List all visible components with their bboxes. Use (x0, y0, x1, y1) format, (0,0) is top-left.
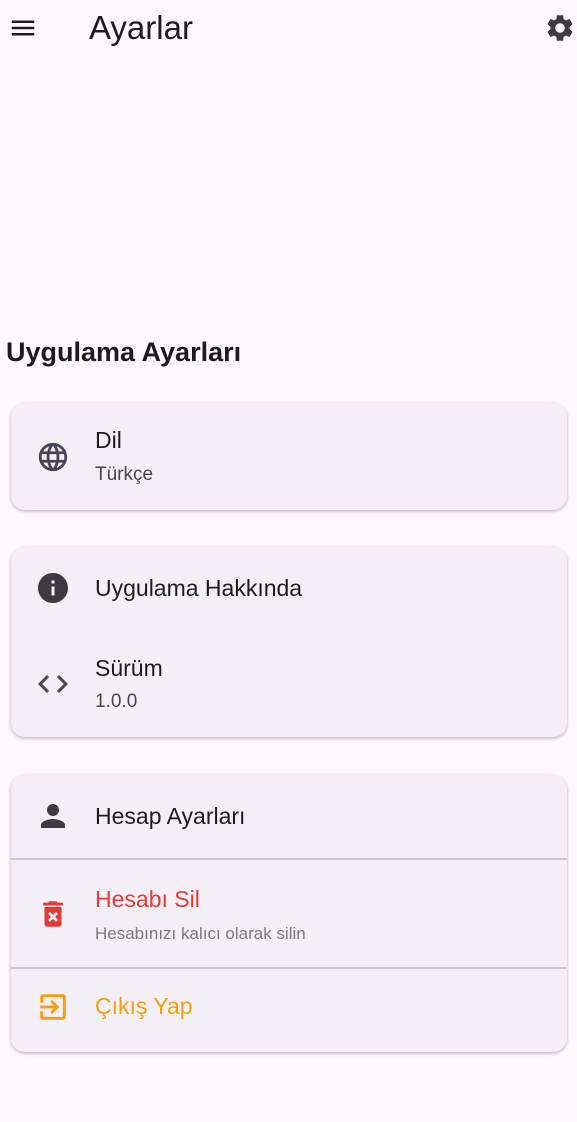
logout-icon (35, 989, 71, 1025)
language-value: Türkçe (95, 464, 154, 485)
hamburger-menu-icon (11, 20, 35, 36)
logout-row[interactable]: Çıkış Yap (11, 969, 567, 1052)
app-bar: Ayarlar (0, 0, 577, 56)
version-value: 1.0.0 (95, 691, 138, 712)
delete-account-subtitle: Hesabınızı kalıcı olarak silin (95, 924, 306, 943)
globe-icon (35, 439, 71, 475)
gear-icon (547, 15, 573, 41)
person-icon (35, 798, 71, 834)
about-row[interactable]: Uygulama Hakkında (11, 547, 567, 629)
delete-account-title: Hesabı Sil (95, 886, 200, 912)
version-row: Sürüm 1.0.0 (11, 629, 567, 737)
version-title: Sürüm (95, 655, 163, 681)
logout-title: Çıkış Yap (95, 993, 193, 1019)
about-card: Uygulama Hakkında Sürüm 1.0.0 (11, 547, 567, 737)
account-settings-title: Hesap Ayarları (95, 803, 246, 829)
delete-forever-icon (35, 896, 71, 932)
menu-button[interactable] (0, 5, 46, 51)
info-icon (35, 570, 71, 606)
account-card: Hesap Ayarları Hesabı Sil Hesabınızı kal… (11, 775, 567, 1052)
language-title: Dil (95, 427, 122, 453)
language-row[interactable]: Dil Türkçe (11, 403, 567, 510)
section-title: Uygulama Ayarları (6, 337, 242, 367)
about-title: Uygulama Hakkında (95, 575, 303, 601)
code-icon (35, 666, 71, 702)
account-settings-row[interactable]: Hesap Ayarları (11, 775, 567, 858)
language-card: Dil Türkçe (11, 403, 567, 510)
page-title: Ayarlar (89, 9, 193, 46)
delete-account-row[interactable]: Hesabı Sil Hesabınızı kalıcı olarak sili… (11, 860, 567, 967)
settings-button[interactable] (538, 6, 577, 50)
